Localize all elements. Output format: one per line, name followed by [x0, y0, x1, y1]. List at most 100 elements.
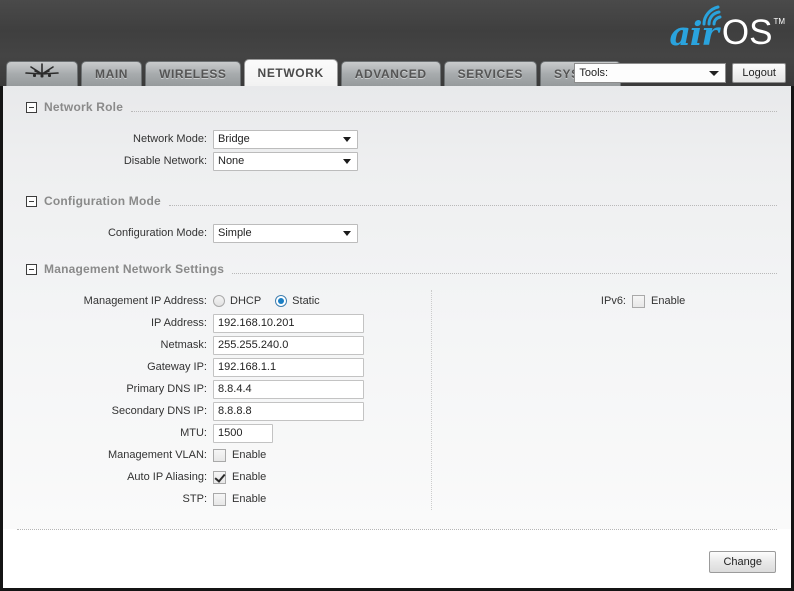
- label-stp-enable: Enable: [232, 493, 267, 505]
- netmask-input[interactable]: 255.255.240.0: [213, 335, 364, 355]
- nav-tab-main[interactable]: MAIN: [81, 61, 143, 86]
- row-netmask: Netmask: 255.255.240.0: [17, 334, 431, 356]
- footer-divider: [17, 529, 777, 530]
- field-netmask: 255.255.240.0: [213, 335, 364, 355]
- mtu-input[interactable]: 1500: [213, 423, 273, 443]
- field-secondary-dns: 8.8.8.8: [213, 401, 364, 421]
- page-content: Network Role Network Mode: Bridge Disabl…: [0, 86, 794, 529]
- row-disable-network: Disable Network: None: [17, 150, 777, 172]
- configuration-mode-fields: Configuration Mode: Simple: [17, 212, 777, 244]
- label-configuration-mode: Configuration Mode:: [107, 227, 207, 239]
- management-vlan-checkbox[interactable]: [213, 448, 226, 462]
- page-footer: Change: [0, 529, 794, 591]
- label-management-vlan-enable: Enable: [232, 449, 267, 461]
- management-network-fields: Management IP Address: DHCP Static IP Ad…: [17, 280, 777, 510]
- row-stp: STP: Enable: [17, 488, 431, 510]
- network-mode-select[interactable]: Bridge: [213, 129, 358, 149]
- label-ip-address: IP Address:: [150, 317, 207, 329]
- primary-dns-input[interactable]: 8.8.4.4: [213, 379, 364, 399]
- configuration-mode-select[interactable]: Simple: [213, 223, 358, 243]
- field-network-mode: Bridge: [213, 129, 358, 149]
- network-role-fields: Network Mode: Bridge Disable Network: No…: [17, 118, 777, 172]
- ubiquiti-logo-icon: [21, 62, 63, 87]
- logo-air-text: air: [669, 14, 719, 53]
- field-stp: Enable: [213, 492, 267, 506]
- field-primary-dns: 8.8.4.4: [213, 379, 364, 399]
- nav-tab-wireless[interactable]: WIRELESS: [145, 61, 241, 86]
- column-divider: [431, 290, 432, 510]
- minus-box-icon[interactable]: [26, 263, 37, 275]
- row-primary-dns: Primary DNS IP: 8.8.4.4: [17, 378, 431, 400]
- section-title-management-network: Management Network Settings: [44, 262, 225, 276]
- minus-box-icon[interactable]: [26, 195, 37, 207]
- field-auto-ip-aliasing: Enable: [213, 470, 267, 484]
- label-management-ip-address: Management IP Address:: [83, 295, 207, 307]
- label-dhcp: DHCP: [230, 295, 262, 307]
- management-right-column: IPv6: Enable: [432, 290, 777, 312]
- logout-button[interactable]: Logout: [732, 63, 786, 83]
- row-ipv6: IPv6: Enable: [532, 290, 777, 312]
- field-configuration-mode: Simple: [213, 223, 358, 243]
- tools-select-value: Tools:: [579, 67, 609, 79]
- row-management-ip-address: Management IP Address: DHCP Static: [17, 290, 431, 312]
- field-gateway-ip: 192.168.1.1: [213, 357, 364, 377]
- field-mtu: 1500: [213, 423, 273, 443]
- label-disable-network: Disable Network:: [123, 155, 207, 167]
- stp-checkbox[interactable]: [213, 492, 226, 506]
- gateway-ip-input[interactable]: 192.168.1.1: [213, 357, 364, 377]
- row-gateway-ip: Gateway IP: 192.168.1.1: [17, 356, 431, 378]
- label-auto-ip-aliasing: Auto IP Aliasing:: [127, 471, 207, 483]
- secondary-dns-input[interactable]: 8.8.8.8: [213, 401, 364, 421]
- page-header: air OS TM: [0, 0, 794, 56]
- chevron-down-icon: [343, 231, 351, 236]
- section-rule: [168, 204, 777, 206]
- logo-trademark: TM: [773, 17, 785, 26]
- field-management-ip-mode: DHCP Static: [213, 295, 334, 307]
- chevron-down-icon: [343, 159, 351, 164]
- label-network-mode: Network Mode:: [133, 133, 207, 145]
- row-auto-ip-aliasing: Auto IP Aliasing: Enable: [17, 466, 431, 488]
- field-management-vlan: Enable: [213, 448, 267, 462]
- label-auto-ip-enable: Enable: [232, 471, 267, 483]
- nav-toolbar-right: Tools: Logout: [574, 63, 786, 83]
- auto-ip-aliasing-checkbox[interactable]: [213, 470, 226, 484]
- row-ip-address: IP Address: 192.168.10.201: [17, 312, 431, 334]
- row-configuration-mode: Configuration Mode: Simple: [17, 222, 777, 244]
- minus-box-icon[interactable]: [26, 101, 37, 113]
- ipv6-checkbox[interactable]: [632, 294, 645, 308]
- section-header-configuration-mode: Configuration Mode: [17, 192, 777, 210]
- row-management-vlan: Management VLAN: Enable: [17, 444, 431, 466]
- airos-configuration-page: air OS TM MAIN WIRELESS NETWORK ADVANCED…: [0, 0, 794, 591]
- disable-network-value: None: [218, 155, 245, 167]
- tools-select[interactable]: Tools:: [574, 63, 727, 83]
- section-header-management-network: Management Network Settings: [17, 260, 777, 278]
- radio-static[interactable]: [275, 295, 288, 307]
- field-ip-address: 192.168.10.201: [213, 313, 364, 333]
- ip-address-input[interactable]: 192.168.10.201: [213, 313, 364, 333]
- label-management-vlan: Management VLAN:: [107, 449, 207, 461]
- label-secondary-dns: Secondary DNS IP:: [111, 405, 207, 417]
- radio-dhcp[interactable]: [213, 295, 225, 307]
- change-button[interactable]: Change: [709, 551, 776, 573]
- section-title-network-role: Network Role: [44, 100, 124, 114]
- row-network-mode: Network Mode: Bridge: [17, 128, 777, 150]
- nav-brand-tab[interactable]: [6, 61, 78, 86]
- nav-tab-advanced[interactable]: ADVANCED: [340, 61, 441, 86]
- label-gateway-ip: Gateway IP:: [147, 361, 207, 373]
- nav-tab-services[interactable]: SERVICES: [443, 61, 537, 86]
- section-header-network-role: Network Role: [17, 98, 777, 116]
- label-primary-dns: Primary DNS IP:: [126, 383, 207, 395]
- row-mtu: MTU: 1500: [17, 422, 431, 444]
- chevron-down-icon: [343, 137, 351, 142]
- chevron-down-icon: [709, 71, 720, 76]
- section-rule: [232, 272, 777, 274]
- main-navigation: MAIN WIRELESS NETWORK ADVANCED SERVICES …: [0, 56, 794, 86]
- field-ipv6: Enable: [632, 294, 685, 308]
- network-mode-value: Bridge: [218, 133, 250, 145]
- airos-logo: air OS TM: [669, 4, 785, 53]
- logo-os-text: OS: [721, 13, 773, 52]
- nav-tab-network[interactable]: NETWORK: [243, 59, 338, 86]
- row-secondary-dns: Secondary DNS IP: 8.8.8.8: [17, 400, 431, 422]
- section-rule: [131, 110, 777, 112]
- disable-network-select[interactable]: None: [213, 151, 358, 171]
